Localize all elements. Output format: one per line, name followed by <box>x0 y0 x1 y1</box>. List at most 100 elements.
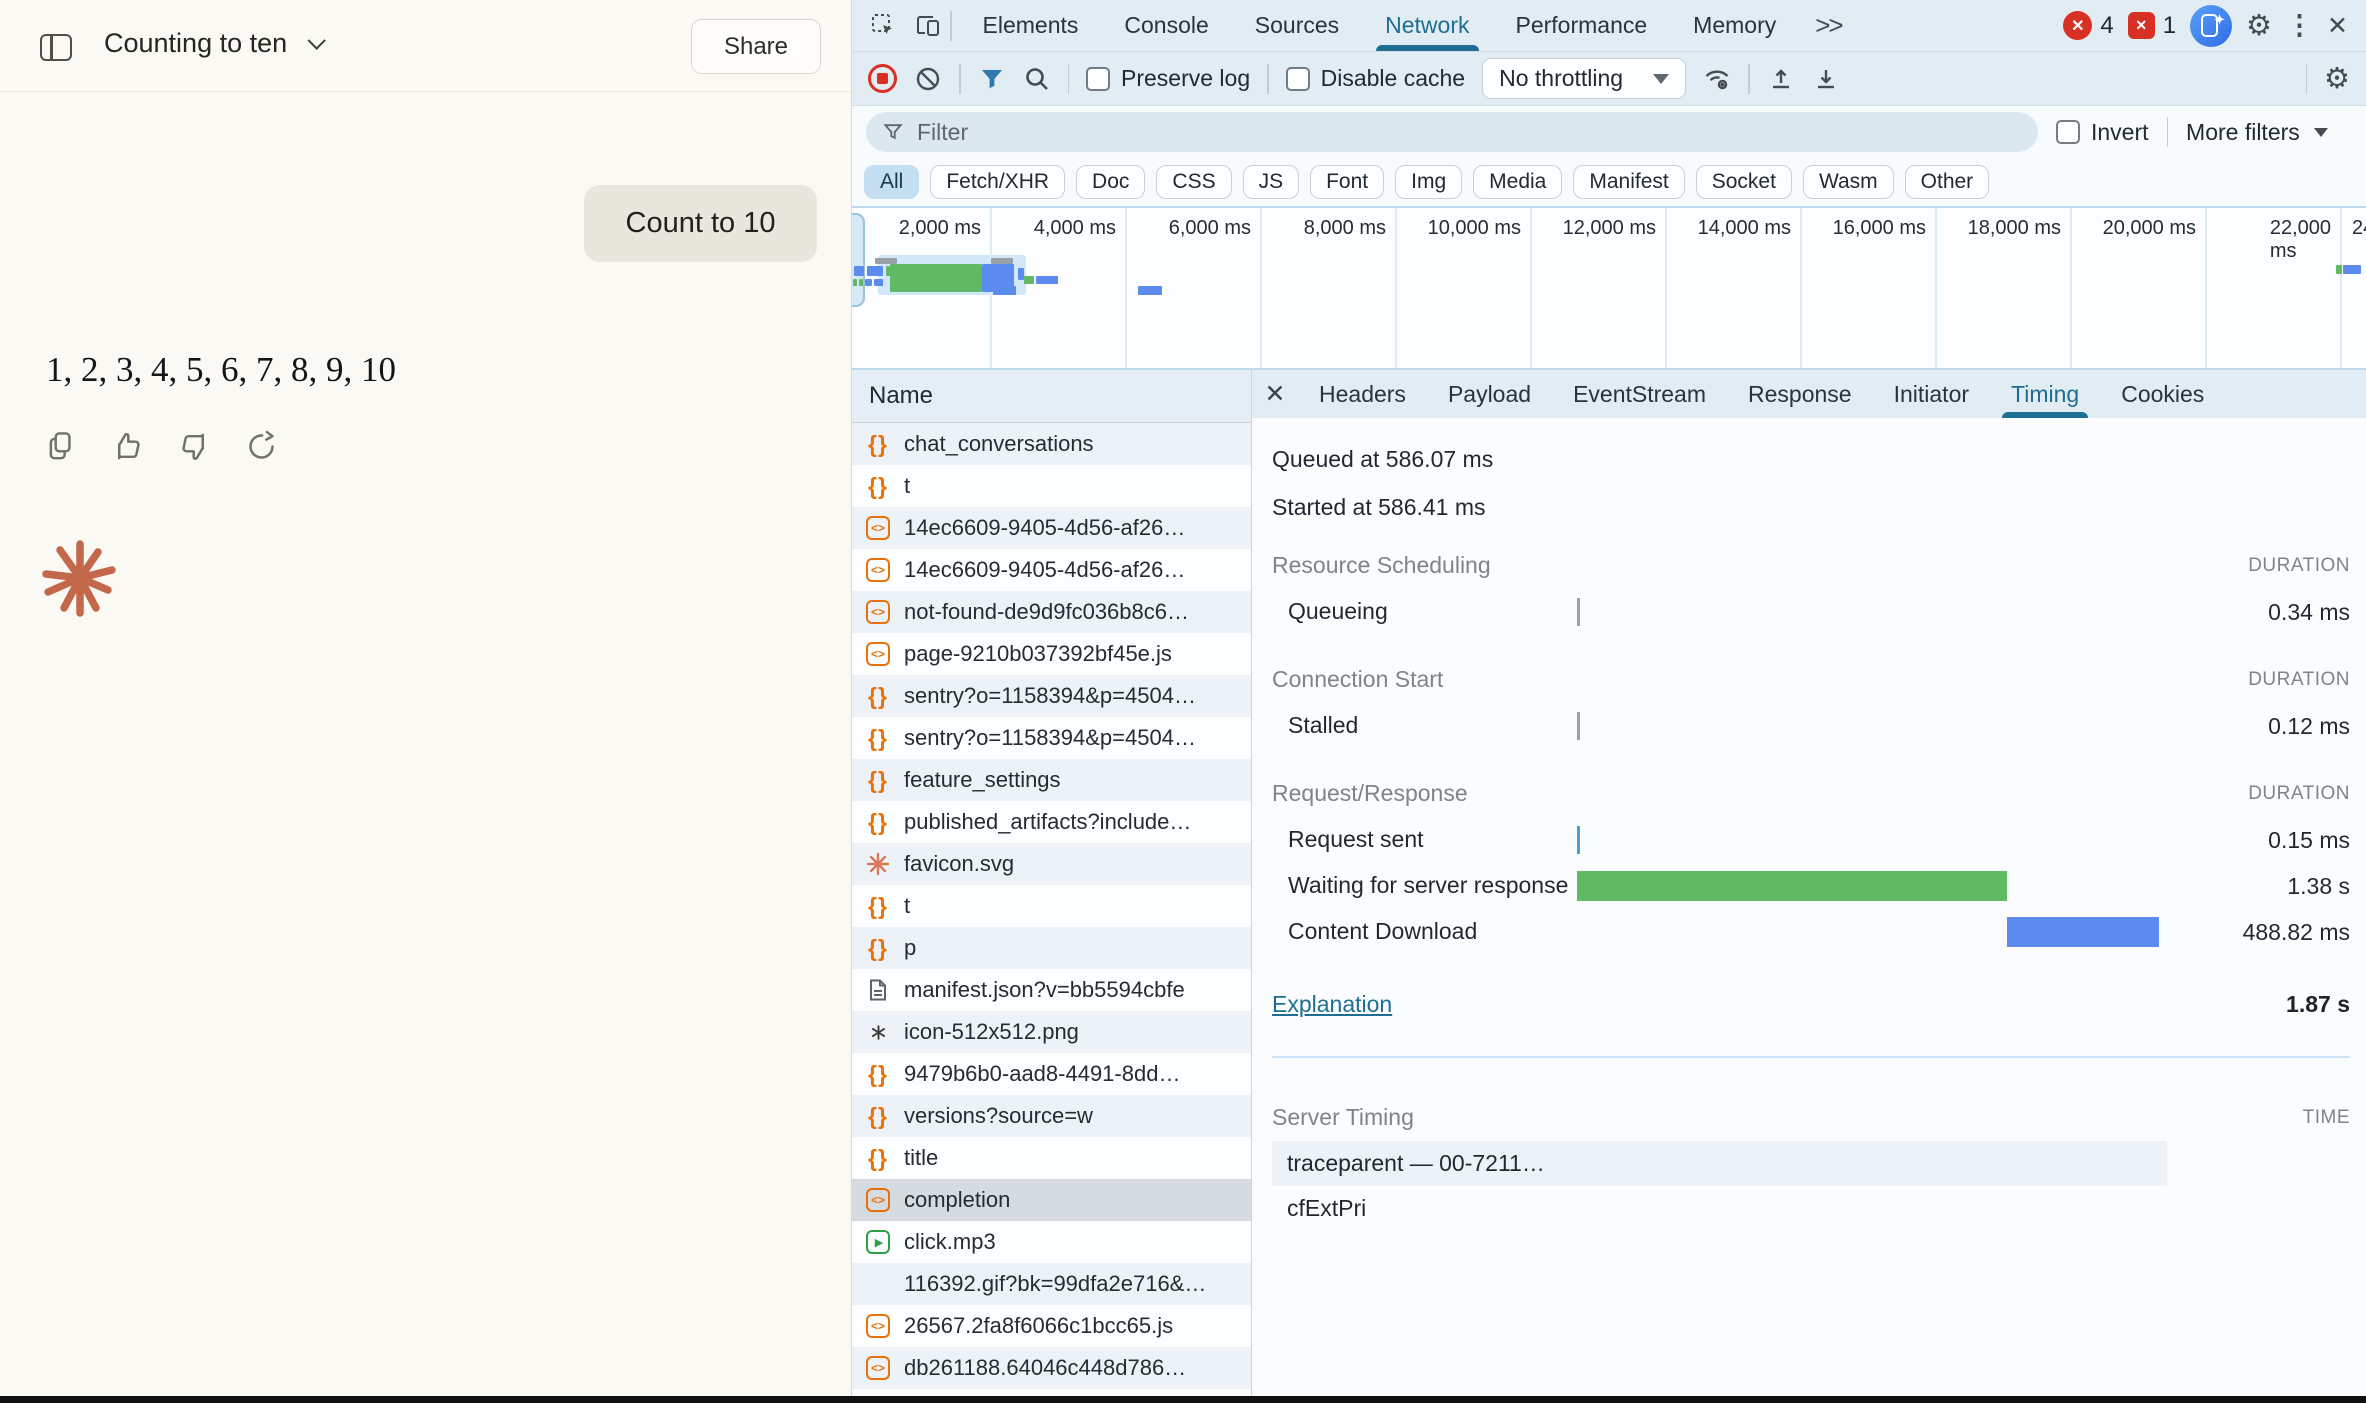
share-button[interactable]: Share <box>691 19 821 74</box>
close-detail-icon[interactable]: ✕ <box>1252 379 1298 409</box>
request-row[interactable]: <>14ec6609-9405-4d56-af26… <box>852 549 1251 591</box>
request-row[interactable]: <>page-9210b037392bf45e.js <box>852 633 1251 675</box>
network-overview-timeline[interactable]: 2,000 ms4,000 ms6,000 ms8,000 ms10,000 m… <box>852 206 2366 370</box>
count-to-ten-button[interactable]: Count to 10 <box>584 185 817 262</box>
request-name: sentry?o=1158394&p=4504… <box>904 683 1196 709</box>
request-row[interactable]: 116392.gif?bk=99dfa2e716&… <box>852 1263 1251 1305</box>
explanation-link[interactable]: Explanation <box>1272 991 1392 1018</box>
request-row[interactable]: {}p <box>852 927 1251 969</box>
devtools-tab-sources[interactable]: Sources <box>1232 0 1362 51</box>
import-har-icon[interactable] <box>1767 65 1795 93</box>
filter-toggle-icon[interactable] <box>978 65 1006 93</box>
request-row[interactable]: favicon.svg <box>852 843 1251 885</box>
request-row[interactable]: <>db261188.64046c448d786… <box>852 1347 1251 1389</box>
request-row[interactable]: {}title <box>852 1137 1251 1179</box>
timing-phase-label: Content Download <box>1272 917 1577 947</box>
more-tabs-icon[interactable]: >> <box>1799 10 1857 41</box>
request-row[interactable]: {}chat_conversations <box>852 423 1251 465</box>
disable-cache-checkbox[interactable] <box>1286 67 1310 91</box>
devtools-tab-performance[interactable]: Performance <box>1493 0 1671 51</box>
copy-icon[interactable] <box>44 430 77 463</box>
request-row[interactable]: {}versions?source=w <box>852 1095 1251 1137</box>
devtools-tab-console[interactable]: Console <box>1101 0 1231 51</box>
request-row[interactable]: {}published_artifacts?include… <box>852 801 1251 843</box>
request-row[interactable]: {}9479b6b0-aad8-4491-8dd… <box>852 1053 1251 1095</box>
conversation-title-menu[interactable]: Counting to ten <box>104 28 326 59</box>
invert-toggle[interactable]: Invert <box>2056 119 2149 146</box>
settings-gear-icon[interactable]: ⚙ <box>2246 8 2272 43</box>
request-row[interactable]: <>not-found-de9d9fc036b8c6… <box>852 591 1251 633</box>
detail-tab-eventstream[interactable]: EventStream <box>1552 370 1727 418</box>
console-error-count[interactable]: 4 <box>2100 12 2113 40</box>
name-column-header[interactable]: Name <box>852 370 1251 423</box>
request-row[interactable]: {}sentry?o=1158394&p=4504… <box>852 717 1251 759</box>
throttling-select[interactable]: No throttling <box>1482 58 1686 99</box>
request-row[interactable]: <>26567.2fa8f6066c1bcc65.js <box>852 1305 1251 1347</box>
overview-selection-handle[interactable] <box>852 213 865 307</box>
console-errors-icon[interactable]: ✕ <box>2063 11 2092 40</box>
chip-all[interactable]: All <box>864 165 919 199</box>
issues-icon[interactable]: ✕ <box>2128 12 2155 39</box>
search-icon[interactable] <box>1023 65 1051 93</box>
document-icon <box>865 977 891 1003</box>
thumbs-down-icon[interactable] <box>178 430 211 463</box>
request-row[interactable]: {}t <box>852 885 1251 927</box>
chip-fetch-xhr[interactable]: Fetch/XHR <box>930 165 1065 199</box>
timing-phase-value: 0.15 ms <box>2160 827 2350 854</box>
sidebar-toggle-icon[interactable] <box>40 34 72 61</box>
request-row[interactable]: {}sentry?o=1158394&p=4504… <box>852 675 1251 717</box>
preserve-log-checkbox[interactable] <box>1086 67 1110 91</box>
detail-tab-headers[interactable]: Headers <box>1298 370 1427 418</box>
chip-css[interactable]: CSS <box>1156 165 1231 199</box>
export-har-icon[interactable] <box>1812 65 1840 93</box>
detail-tab-cookies[interactable]: Cookies <box>2100 370 2225 418</box>
network-settings-gear-icon[interactable]: ⚙ <box>2324 61 2350 96</box>
request-row[interactable]: manifest.json?v=bb5594cbfe <box>852 969 1251 1011</box>
close-devtools-icon[interactable]: ✕ <box>2327 11 2348 41</box>
devtools-tab-memory[interactable]: Memory <box>1670 0 1799 51</box>
issues-count[interactable]: 1 <box>2163 12 2176 40</box>
ai-assistance-icon[interactable]: ✦ <box>2190 5 2232 47</box>
detail-tab-payload[interactable]: Payload <box>1427 370 1552 418</box>
retry-icon[interactable] <box>245 430 278 463</box>
chip-doc[interactable]: Doc <box>1076 165 1145 199</box>
chip-wasm[interactable]: Wasm <box>1803 165 1894 199</box>
timing-tab-content: Queued at 586.07 ms Started at 586.41 ms… <box>1252 418 2366 1396</box>
chip-font[interactable]: Font <box>1310 165 1384 199</box>
preserve-log-toggle[interactable]: Preserve log <box>1086 65 1250 92</box>
request-row[interactable]: ▶click.mp3 <box>852 1221 1251 1263</box>
detail-tab-response[interactable]: Response <box>1727 370 1873 418</box>
devtools-tab-network[interactable]: Network <box>1362 0 1492 51</box>
invert-checkbox[interactable] <box>2056 120 2080 144</box>
request-row[interactable]: <>14ec6609-9405-4d56-af26… <box>852 507 1251 549</box>
request-row[interactable]: icon-512x512.png <box>852 1011 1251 1053</box>
thumbs-up-icon[interactable] <box>111 430 144 463</box>
network-main: Name {}chat_conversations{}t<>14ec6609-9… <box>852 370 2366 1396</box>
chip-other[interactable]: Other <box>1905 165 1990 199</box>
network-conditions-icon[interactable] <box>1703 65 1731 93</box>
detail-tab-initiator[interactable]: Initiator <box>1873 370 1990 418</box>
disable-cache-toggle[interactable]: Disable cache <box>1286 65 1465 92</box>
timing-row: Request sent 0.15 ms <box>1272 817 2350 863</box>
chip-img[interactable]: Img <box>1395 165 1462 199</box>
timeline-tick: 6,000 ms <box>1169 217 1251 240</box>
device-toolbar-icon[interactable] <box>911 9 945 43</box>
chip-socket[interactable]: Socket <box>1696 165 1792 199</box>
name-header-label: Name <box>869 382 933 410</box>
inspect-element-icon[interactable] <box>867 9 901 43</box>
timeline-tick: 12,000 ms <box>1563 217 1656 240</box>
record-network-log-icon[interactable] <box>868 64 897 93</box>
filter-input[interactable]: Filter <box>866 112 2038 152</box>
request-row[interactable]: <>completion <box>852 1179 1251 1221</box>
request-row[interactable]: <> <box>852 1389 1251 1396</box>
chip-media[interactable]: Media <box>1473 165 1562 199</box>
chip-js[interactable]: JS <box>1243 165 1300 199</box>
request-row[interactable]: {}feature_settings <box>852 759 1251 801</box>
kebab-menu-icon[interactable]: ⋮ <box>2286 10 2313 41</box>
request-row[interactable]: {}t <box>852 465 1251 507</box>
devtools-tab-elements[interactable]: Elements <box>960 0 1102 51</box>
more-filters-button[interactable]: More filters <box>2186 119 2328 146</box>
clear-network-log-icon[interactable] <box>914 65 942 93</box>
chip-manifest[interactable]: Manifest <box>1573 165 1684 199</box>
detail-tab-timing[interactable]: Timing <box>1990 370 2100 418</box>
